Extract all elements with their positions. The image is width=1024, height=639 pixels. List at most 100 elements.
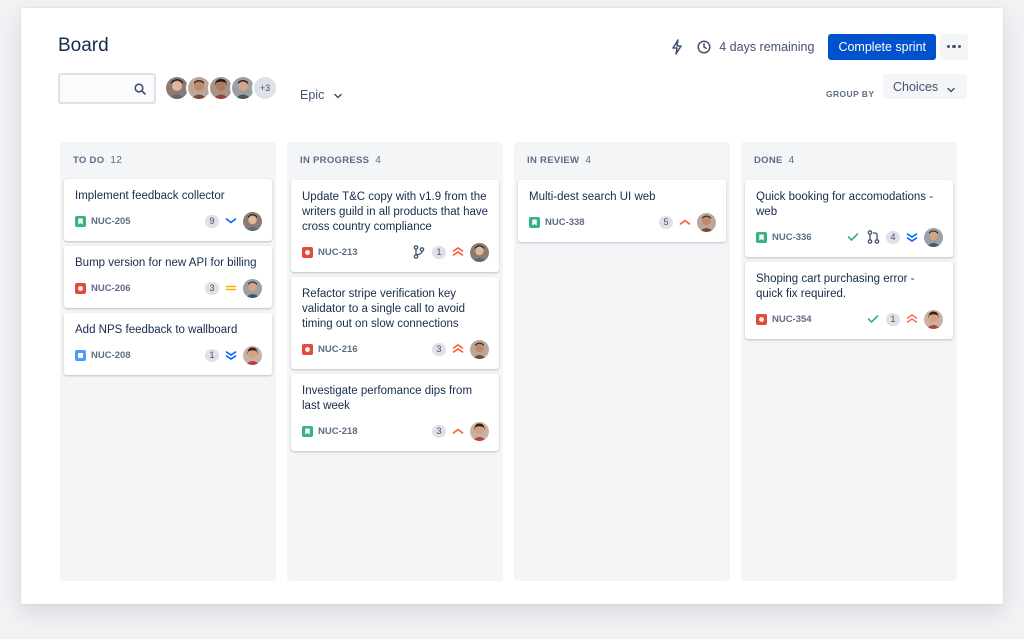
sprint-remaining: 4 days remaining: [719, 39, 815, 54]
avatar[interactable]: [470, 339, 489, 359]
avatar[interactable]: [470, 421, 489, 441]
avatar[interactable]: [470, 242, 489, 262]
avatar[interactable]: [243, 211, 262, 231]
avatar[interactable]: [924, 309, 943, 329]
issue-card[interactable]: Quick booking for accomodations - web NU…: [745, 180, 953, 257]
sprint-controls: 4 days remaining Complete sprint: [667, 33, 968, 60]
card-footer: NUC-336 4: [756, 227, 943, 247]
check-icon: [846, 230, 860, 244]
search-input[interactable]: [58, 73, 156, 104]
card-title: Quick booking for accomodations - web: [756, 191, 934, 218]
epic-label: Epic: [300, 88, 325, 102]
groupby-value: Choices: [893, 79, 939, 94]
epic-filter[interactable]: Epic: [300, 88, 343, 102]
story-icon: [75, 215, 86, 227]
bug-icon: [75, 282, 86, 294]
card-title: Bump version for new API for billing: [75, 257, 257, 269]
avatar[interactable]: [697, 212, 716, 232]
column-count: 4: [375, 155, 382, 166]
issue-card[interactable]: Add NPS feedback to wallboard NUC-208 1: [64, 313, 272, 375]
avatar[interactable]: [243, 345, 262, 365]
check-icon: [866, 312, 880, 326]
issue-card[interactable]: Bump version for new API for billing NUC…: [64, 246, 272, 308]
card-title: Shoping cart purchasing error - quick fi…: [756, 273, 915, 300]
task-icon: [75, 349, 86, 361]
card-title: Add NPS feedback to wallboard: [75, 324, 238, 336]
card-title: Investigate perfomance dips from last we…: [302, 385, 473, 412]
column-title: IN PROGRESS: [300, 155, 370, 166]
story-icon: [529, 216, 540, 228]
avatar[interactable]: [924, 227, 943, 247]
card-title: Implement feedback collector: [75, 190, 225, 202]
chevron-down-icon: [334, 88, 343, 102]
issue-card[interactable]: Refactor stripe verification key validat…: [291, 277, 499, 369]
story-icon: [756, 231, 767, 243]
page-title: Board: [58, 35, 109, 56]
high-priority-icon: [450, 424, 466, 438]
column-title: IN REVIEW: [527, 155, 580, 166]
issue-card[interactable]: Update T&C copy with v1.9 from the write…: [291, 180, 499, 272]
story-points: 1: [432, 245, 446, 259]
story-points: 5: [659, 215, 673, 229]
issue-key: NUC-354: [772, 313, 812, 325]
highest-priority-icon: [904, 312, 920, 326]
complete-sprint-button[interactable]: Complete sprint: [828, 33, 936, 60]
story-points: 3: [205, 281, 219, 295]
automation-icon[interactable]: [667, 37, 687, 57]
bug-icon: [302, 343, 313, 355]
card-title: Refactor stripe verification key validat…: [302, 288, 466, 330]
issue-key: NUC-205: [91, 215, 131, 227]
issue-key: NUC-213: [318, 246, 358, 258]
branch-icon: [412, 245, 426, 259]
card-footer: NUC-208 1: [75, 345, 262, 365]
avatar[interactable]: [243, 278, 262, 298]
groupby-label: GROUP BY: [826, 89, 875, 99]
card-title: Update T&C copy with v1.9 from the write…: [302, 191, 489, 233]
story-icon: [302, 425, 313, 437]
search-icon: [134, 82, 146, 100]
story-points: 4: [886, 230, 900, 244]
board-window: Board 4 days remaining Complete sprint +…: [21, 8, 1003, 604]
column-header: IN REVIEW 4: [527, 155, 591, 166]
issue-card[interactable]: Implement feedback collector NUC-205 9: [64, 179, 272, 241]
column-title: TO DO: [73, 155, 105, 166]
card-footer: NUC-216 3: [302, 339, 489, 359]
more-assignees[interactable]: +3: [252, 75, 278, 101]
story-points: 3: [432, 342, 446, 356]
highest-priority-icon: [450, 342, 466, 356]
low-priority-icon: [223, 214, 239, 228]
column-header: DONE 4: [754, 155, 795, 166]
issue-key: NUC-216: [318, 343, 358, 355]
issue-key: NUC-218: [318, 425, 358, 437]
issue-key: NUC-208: [91, 349, 131, 361]
lowest-priority-icon: [904, 230, 920, 244]
column-count: 4: [788, 155, 795, 166]
card-footer: NUC-218 3: [302, 421, 489, 441]
story-points: 1: [205, 348, 219, 362]
issue-card[interactable]: Shoping cart purchasing error - quick fi…: [745, 262, 953, 339]
assignee-filter: +3: [164, 75, 278, 101]
column-header: IN PROGRESS 4: [300, 155, 381, 166]
column-header: TO DO 12: [73, 155, 122, 166]
groupby-select[interactable]: Choices: [883, 74, 967, 99]
lowest-priority-icon: [223, 348, 239, 362]
card-footer: NUC-205 9: [75, 211, 262, 231]
story-points: 9: [205, 214, 219, 228]
high-priority-icon: [677, 215, 693, 229]
bug-icon: [302, 246, 313, 258]
issue-key: NUC-206: [91, 282, 131, 294]
more-actions-button[interactable]: [940, 33, 968, 60]
issue-card[interactable]: Multi-dest search UI web NUC-338 5: [518, 180, 726, 242]
highest-priority-icon: [450, 245, 466, 259]
card-footer: NUC-206 3: [75, 278, 262, 298]
issue-card[interactable]: Investigate perfomance dips from last we…: [291, 374, 499, 451]
clock-icon: [697, 39, 713, 55]
column-done: DONE 4 Quick booking for accomodations -…: [741, 142, 957, 581]
column-title: DONE: [754, 155, 783, 166]
pull-request-icon: [866, 230, 880, 244]
story-points: 1: [886, 312, 900, 326]
chevron-down-icon: [947, 82, 955, 96]
issue-key: NUC-338: [545, 216, 585, 228]
story-points: 3: [432, 424, 446, 438]
column-count: 4: [585, 155, 592, 166]
